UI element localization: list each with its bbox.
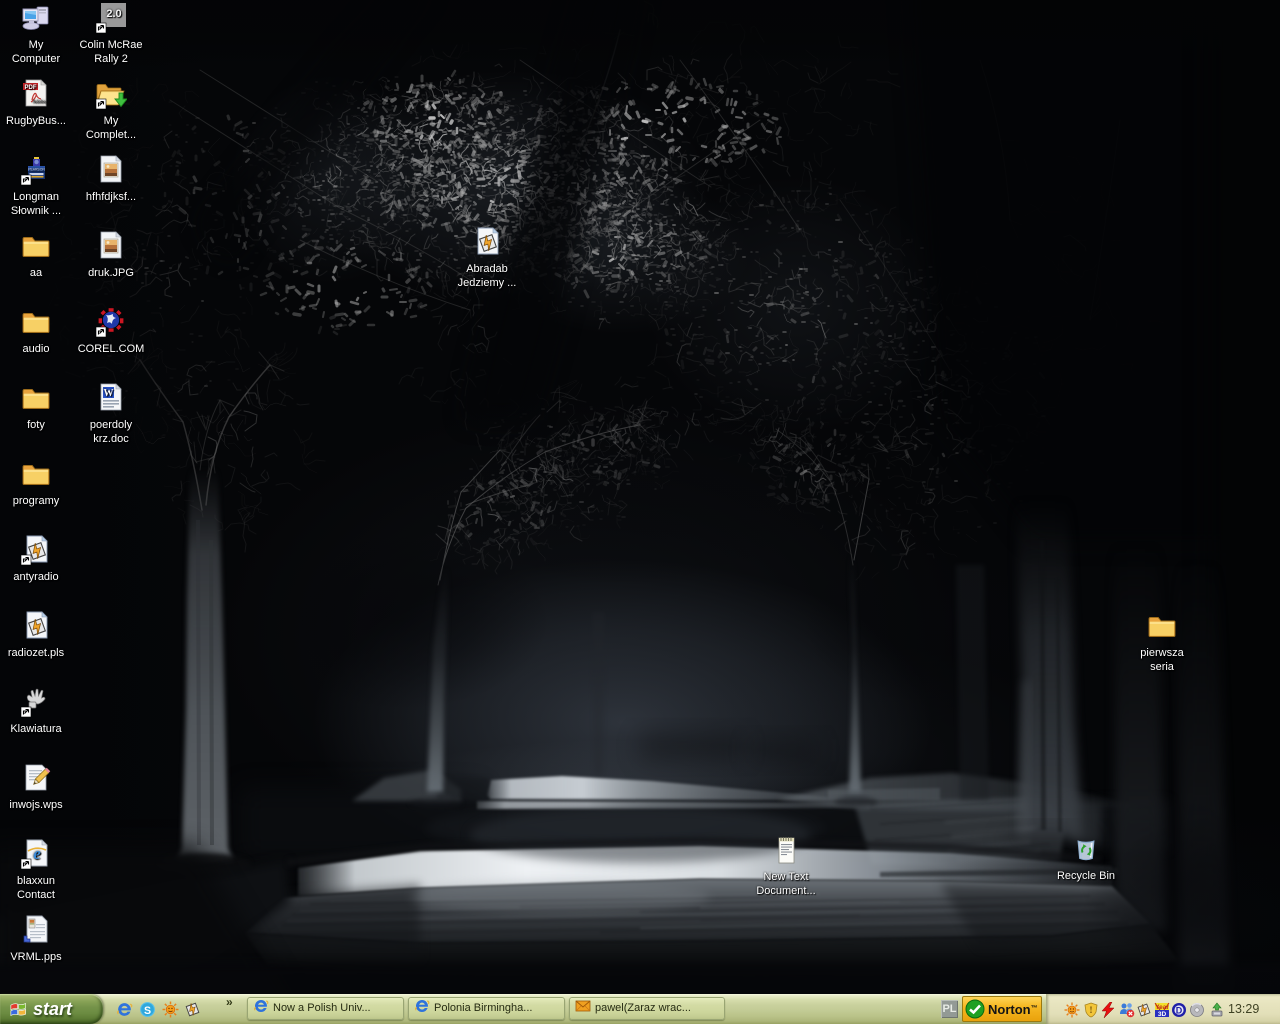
svg-text:W: W [104, 388, 114, 399]
svg-text:Adobe: Adobe [32, 100, 46, 105]
svg-text:PEARSON: PEARSON [28, 168, 45, 172]
svg-text:D: D [1176, 1005, 1183, 1015]
svg-text:S: S [144, 1005, 151, 1017]
svg-text:2.0: 2.0 [106, 8, 121, 20]
svg-text:e: e [33, 844, 41, 863]
svg-text:!: ! [1090, 1005, 1093, 1015]
svg-text:PDF: PDF [25, 85, 37, 91]
svg-text:3D: 3D [1158, 1011, 1167, 1018]
